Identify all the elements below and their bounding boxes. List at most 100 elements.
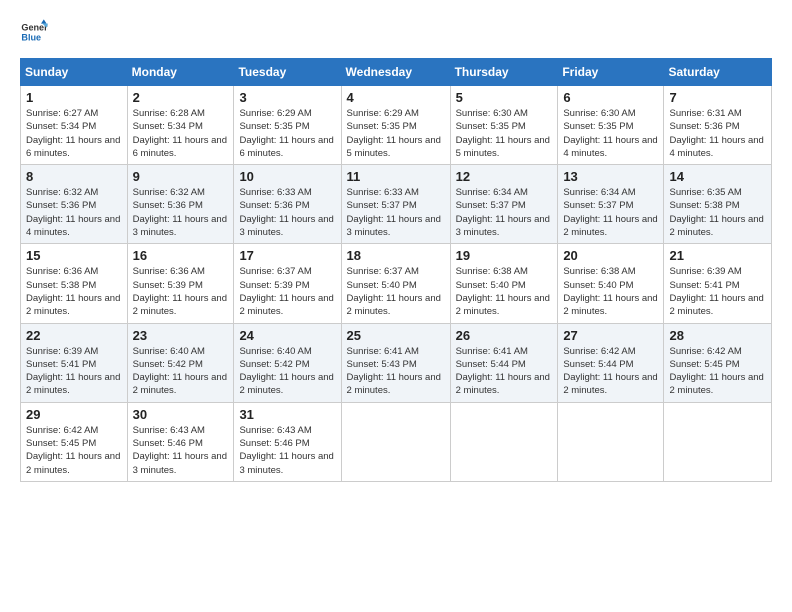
day-info: Sunrise: 6:36 AMSunset: 5:39 PMDaylight:… (133, 265, 229, 318)
day-info: Sunrise: 6:41 AMSunset: 5:43 PMDaylight:… (347, 345, 445, 398)
calendar-cell: 6 Sunrise: 6:30 AMSunset: 5:35 PMDaylight… (558, 86, 664, 165)
day-number: 12 (456, 169, 553, 184)
day-info: Sunrise: 6:42 AMSunset: 5:45 PMDaylight:… (26, 424, 122, 477)
svg-text:Blue: Blue (21, 32, 41, 42)
day-number: 3 (239, 90, 335, 105)
day-info: Sunrise: 6:34 AMSunset: 5:37 PMDaylight:… (456, 186, 553, 239)
day-info: Sunrise: 6:43 AMSunset: 5:46 PMDaylight:… (133, 424, 229, 477)
page: General Blue SundayMondayTuesdayWednesda… (0, 0, 792, 612)
col-header-wednesday: Wednesday (341, 59, 450, 86)
day-number: 26 (456, 328, 553, 343)
day-info: Sunrise: 6:39 AMSunset: 5:41 PMDaylight:… (669, 265, 766, 318)
day-number: 29 (26, 407, 122, 422)
day-info: Sunrise: 6:32 AMSunset: 5:36 PMDaylight:… (26, 186, 122, 239)
day-info: Sunrise: 6:28 AMSunset: 5:34 PMDaylight:… (133, 107, 229, 160)
day-info: Sunrise: 6:40 AMSunset: 5:42 PMDaylight:… (239, 345, 335, 398)
calendar-cell: 1 Sunrise: 6:27 AMSunset: 5:34 PMDaylight… (21, 86, 128, 165)
header: General Blue (20, 18, 772, 46)
day-info: Sunrise: 6:37 AMSunset: 5:40 PMDaylight:… (347, 265, 445, 318)
day-number: 20 (563, 248, 658, 263)
day-info: Sunrise: 6:42 AMSunset: 5:45 PMDaylight:… (669, 345, 766, 398)
day-number: 30 (133, 407, 229, 422)
day-info: Sunrise: 6:35 AMSunset: 5:38 PMDaylight:… (669, 186, 766, 239)
day-number: 14 (669, 169, 766, 184)
day-info: Sunrise: 6:33 AMSunset: 5:37 PMDaylight:… (347, 186, 445, 239)
calendar-cell: 2 Sunrise: 6:28 AMSunset: 5:34 PMDaylight… (127, 86, 234, 165)
day-info: Sunrise: 6:41 AMSunset: 5:44 PMDaylight:… (456, 345, 553, 398)
col-header-monday: Monday (127, 59, 234, 86)
day-info: Sunrise: 6:33 AMSunset: 5:36 PMDaylight:… (239, 186, 335, 239)
day-info: Sunrise: 6:32 AMSunset: 5:36 PMDaylight:… (133, 186, 229, 239)
calendar-cell: 21Sunrise: 6:39 AMSunset: 5:41 PMDayligh… (664, 244, 772, 323)
calendar-cell: 11 Sunrise: 6:33 AMSunset: 5:37 PMDayligh… (341, 165, 450, 244)
calendar-cell: 13 Sunrise: 6:34 AMSunset: 5:37 PMDayligh… (558, 165, 664, 244)
day-number: 17 (239, 248, 335, 263)
day-number: 6 (563, 90, 658, 105)
calendar-cell: 9 Sunrise: 6:32 AMSunset: 5:36 PMDaylight… (127, 165, 234, 244)
calendar-cell: 10 Sunrise: 6:33 AMSunset: 5:36 PMDayligh… (234, 165, 341, 244)
calendar-cell: 26 Sunrise: 6:41 AMSunset: 5:44 PMDayligh… (450, 323, 558, 402)
day-info: Sunrise: 6:38 AMSunset: 5:40 PMDaylight:… (456, 265, 553, 318)
calendar-cell: 3 Sunrise: 6:29 AMSunset: 5:35 PMDaylight… (234, 86, 341, 165)
day-info: Sunrise: 6:43 AMSunset: 5:46 PMDaylight:… (239, 424, 335, 477)
day-number: 18 (347, 248, 445, 263)
calendar-cell: 19Sunrise: 6:38 AMSunset: 5:40 PMDayligh… (450, 244, 558, 323)
col-header-thursday: Thursday (450, 59, 558, 86)
day-info: Sunrise: 6:29 AMSunset: 5:35 PMDaylight:… (239, 107, 335, 160)
calendar-cell (450, 402, 558, 481)
day-number: 7 (669, 90, 766, 105)
day-number: 5 (456, 90, 553, 105)
calendar-cell: 4 Sunrise: 6:29 AMSunset: 5:35 PMDaylight… (341, 86, 450, 165)
calendar-cell: 7 Sunrise: 6:31 AMSunset: 5:36 PMDaylight… (664, 86, 772, 165)
calendar-cell: 5Sunrise: 6:30 AMSunset: 5:35 PMDaylight… (450, 86, 558, 165)
day-number: 23 (133, 328, 229, 343)
calendar-cell (341, 402, 450, 481)
day-number: 28 (669, 328, 766, 343)
day-info: Sunrise: 6:38 AMSunset: 5:40 PMDaylight:… (563, 265, 658, 318)
col-header-sunday: Sunday (21, 59, 128, 86)
day-number: 24 (239, 328, 335, 343)
calendar-cell: 20 Sunrise: 6:38 AMSunset: 5:40 PMDayligh… (558, 244, 664, 323)
day-number: 13 (563, 169, 658, 184)
calendar-cell: 22 Sunrise: 6:39 AMSunset: 5:41 PMDayligh… (21, 323, 128, 402)
calendar-cell: 27 Sunrise: 6:42 AMSunset: 5:44 PMDayligh… (558, 323, 664, 402)
calendar-cell (664, 402, 772, 481)
day-number: 1 (26, 90, 122, 105)
day-info: Sunrise: 6:30 AMSunset: 5:35 PMDaylight:… (563, 107, 658, 160)
calendar-cell: 18 Sunrise: 6:37 AMSunset: 5:40 PMDayligh… (341, 244, 450, 323)
day-number: 22 (26, 328, 122, 343)
day-info: Sunrise: 6:39 AMSunset: 5:41 PMDaylight:… (26, 345, 122, 398)
calendar-cell: 28 Sunrise: 6:42 AMSunset: 5:45 PMDayligh… (664, 323, 772, 402)
day-info: Sunrise: 6:34 AMSunset: 5:37 PMDaylight:… (563, 186, 658, 239)
day-number: 8 (26, 169, 122, 184)
calendar-cell: 15Sunrise: 6:36 AMSunset: 5:38 PMDayligh… (21, 244, 128, 323)
day-number: 27 (563, 328, 658, 343)
day-number: 2 (133, 90, 229, 105)
calendar-cell: 24 Sunrise: 6:40 AMSunset: 5:42 PMDayligh… (234, 323, 341, 402)
calendar-cell: 8 Sunrise: 6:32 AMSunset: 5:36 PMDaylight… (21, 165, 128, 244)
day-number: 31 (239, 407, 335, 422)
calendar-cell: 31 Sunrise: 6:43 AMSunset: 5:46 PMDayligh… (234, 402, 341, 481)
logo: General Blue (20, 18, 48, 46)
calendar-cell: 23 Sunrise: 6:40 AMSunset: 5:42 PMDayligh… (127, 323, 234, 402)
day-number: 9 (133, 169, 229, 184)
calendar-cell: 17 Sunrise: 6:37 AMSunset: 5:39 PMDayligh… (234, 244, 341, 323)
day-info: Sunrise: 6:37 AMSunset: 5:39 PMDaylight:… (239, 265, 335, 318)
day-number: 10 (239, 169, 335, 184)
calendar-cell: 14 Sunrise: 6:35 AMSunset: 5:38 PMDayligh… (664, 165, 772, 244)
day-info: Sunrise: 6:29 AMSunset: 5:35 PMDaylight:… (347, 107, 445, 160)
day-info: Sunrise: 6:36 AMSunset: 5:38 PMDaylight:… (26, 265, 122, 318)
calendar: SundayMondayTuesdayWednesdayThursdayFrid… (20, 58, 772, 482)
day-info: Sunrise: 6:27 AMSunset: 5:34 PMDaylight:… (26, 107, 122, 160)
day-info: Sunrise: 6:42 AMSunset: 5:44 PMDaylight:… (563, 345, 658, 398)
day-info: Sunrise: 6:40 AMSunset: 5:42 PMDaylight:… (133, 345, 229, 398)
day-number: 11 (347, 169, 445, 184)
calendar-cell: 12 Sunrise: 6:34 AMSunset: 5:37 PMDayligh… (450, 165, 558, 244)
day-number: 4 (347, 90, 445, 105)
calendar-cell: 25Sunrise: 6:41 AMSunset: 5:43 PMDayligh… (341, 323, 450, 402)
day-info: Sunrise: 6:31 AMSunset: 5:36 PMDaylight:… (669, 107, 766, 160)
calendar-cell: 16 Sunrise: 6:36 AMSunset: 5:39 PMDayligh… (127, 244, 234, 323)
col-header-tuesday: Tuesday (234, 59, 341, 86)
col-header-friday: Friday (558, 59, 664, 86)
day-number: 16 (133, 248, 229, 263)
